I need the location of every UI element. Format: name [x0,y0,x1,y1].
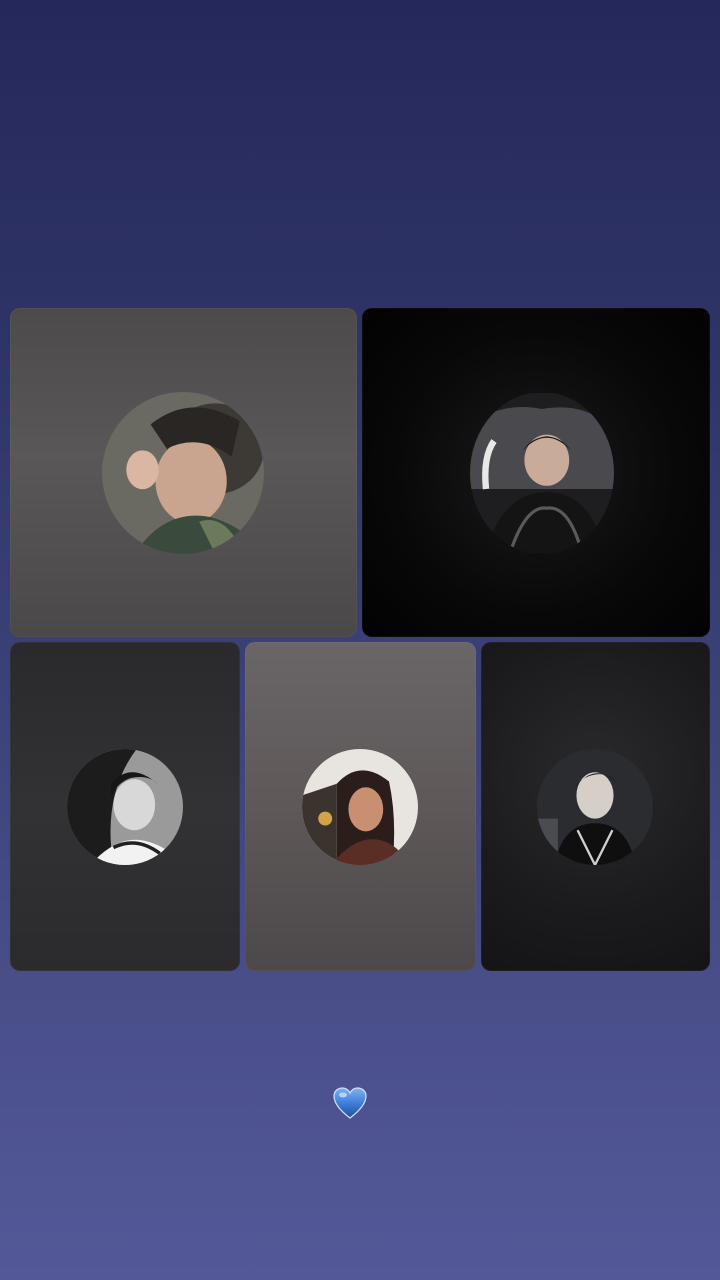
participant-avatar-2[interactable] [470,392,614,554]
participant-tile-1[interactable] [10,308,357,637]
participant-avatar-1[interactable] [102,392,264,554]
avatar-photo-icon [302,749,418,865]
blue-heart-icon [333,1087,367,1119]
participant-tile-4[interactable] [245,642,476,971]
group-call-screen [0,0,720,1280]
avatar-photo-icon [67,749,183,865]
participant-avatar-5[interactable] [537,749,653,865]
heart-reaction [332,1086,368,1120]
participant-avatar-4[interactable] [302,749,418,865]
participant-tile-2[interactable] [362,308,710,637]
participant-tile-5[interactable] [481,642,710,971]
participant-tile-3[interactable] [10,642,240,971]
avatar-photo-icon [537,749,653,865]
participant-avatar-3[interactable] [67,749,183,865]
avatar-photo-icon [102,392,264,554]
avatar-photo-icon [470,393,614,554]
